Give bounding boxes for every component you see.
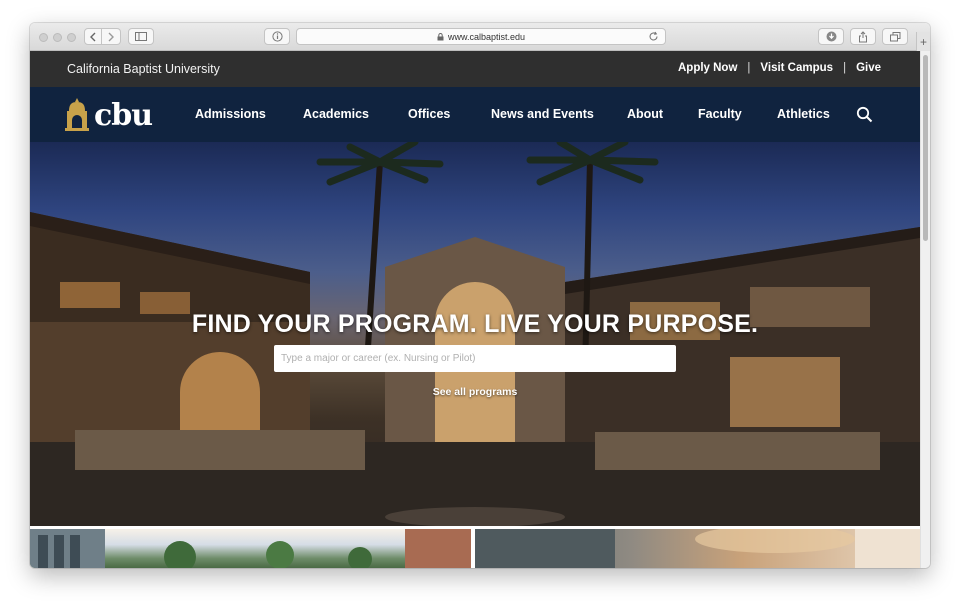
nav-about[interactable]: About — [627, 107, 663, 121]
students-thumbnail-image — [475, 529, 920, 568]
browser-window: www.calbaptist.edu + California Baptist … — [30, 23, 930, 568]
hero-heading: FIND YOUR PROGRAM. LIVE YOUR PURPOSE. — [191, 310, 759, 338]
url-text: www.calbaptist.edu — [447, 31, 526, 42]
program-search-input[interactable] — [274, 345, 676, 372]
page-scrollbar[interactable] — [920, 51, 930, 568]
visit-campus-link[interactable]: Visit Campus — [760, 62, 833, 74]
download-icon — [826, 31, 836, 42]
apply-now-link[interactable]: Apply Now — [678, 62, 737, 74]
feature-tile-students[interactable] — [475, 529, 920, 568]
tabs-icon — [889, 31, 900, 41]
chevron-left-icon — [90, 32, 96, 41]
share-button[interactable] — [850, 28, 876, 45]
reader-info-button[interactable] — [264, 28, 290, 45]
minimize-window-button[interactable] — [53, 33, 62, 42]
separator: | — [747, 62, 751, 74]
show-tabs-button[interactable] — [882, 28, 908, 45]
nav-news-and-events[interactable]: News and Events — [491, 107, 594, 121]
address-bar[interactable]: www.calbaptist.edu — [296, 28, 666, 45]
cbu-logo[interactable]: cbu — [63, 97, 153, 133]
separator: | — [843, 62, 847, 74]
browser-toolbar: www.calbaptist.edu + — [30, 23, 930, 51]
nav-offices[interactable]: Offices — [408, 107, 450, 121]
bell-tower-icon — [65, 98, 89, 131]
sidebar-toggle-button[interactable] — [128, 28, 154, 45]
hero-banner: FIND YOUR PROGRAM. LIVE YOUR PURPOSE. Se… — [30, 142, 920, 526]
logo-text: cbu — [94, 98, 153, 133]
see-all-programs-link[interactable]: See all programs — [30, 386, 920, 398]
nav-athletics[interactable]: Athletics — [777, 107, 830, 121]
forward-button[interactable] — [102, 28, 121, 45]
downloads-button[interactable] — [818, 28, 844, 45]
main-navigation: cbu Admissions Academics Offices News an… — [30, 87, 920, 142]
feature-tiles — [30, 526, 920, 568]
back-button[interactable] — [84, 28, 102, 45]
university-name[interactable]: California Baptist University — [67, 62, 220, 76]
give-link[interactable]: Give — [856, 62, 881, 74]
campus-thumbnail-image — [30, 529, 471, 568]
nav-admissions[interactable]: Admissions — [195, 107, 266, 121]
search-icon — [856, 106, 873, 123]
utility-links: Apply Now | Visit Campus | Give — [678, 62, 881, 74]
info-icon — [271, 31, 283, 42]
reload-icon[interactable] — [648, 31, 659, 42]
maximize-window-button[interactable] — [67, 33, 76, 42]
feature-tile-campus[interactable] — [30, 529, 471, 568]
scrollbar-thumb[interactable] — [923, 55, 928, 241]
new-tab-button[interactable]: + — [916, 32, 930, 51]
close-window-button[interactable] — [39, 33, 48, 42]
nav-academics[interactable]: Academics — [303, 107, 369, 121]
site-search-button[interactable] — [856, 106, 873, 128]
chevron-right-icon — [108, 32, 114, 41]
utility-bar: California Baptist University Apply Now … — [30, 51, 920, 87]
sidebar-icon — [135, 32, 147, 41]
nav-faculty[interactable]: Faculty — [698, 107, 742, 121]
share-icon — [859, 30, 867, 42]
lock-icon — [437, 32, 444, 40]
